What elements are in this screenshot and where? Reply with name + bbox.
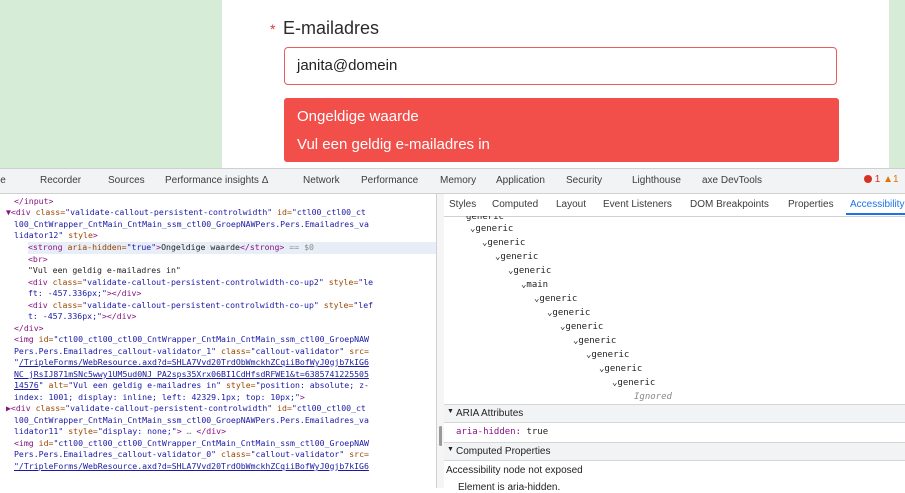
dom-line[interactable]: 14576" alt="Vul een geldig e-mailadres i… xyxy=(14,380,369,392)
tree-node[interactable]: generic xyxy=(466,216,504,222)
tab-elements[interactable]: le xyxy=(0,175,6,186)
dom-line[interactable]: "/TripleForms/WebResource.axd?d=SHLA7Vvd… xyxy=(14,461,369,473)
tree-node[interactable]: ⌄generic xyxy=(599,364,642,374)
collapse-icon: ▼ xyxy=(447,408,454,415)
tab-event-listeners[interactable]: Event Listeners xyxy=(603,199,672,210)
dom-line[interactable]: lidator11" style="display: none;"> … </d… xyxy=(14,426,226,438)
tab-layout[interactable]: Layout xyxy=(556,199,586,210)
dom-line[interactable]: Pers.Pers.Emailadres_callout-validator_1… xyxy=(14,346,369,358)
dom-line[interactable]: l00_CntWrapper_CntMain_CntMain_ssm_ctl00… xyxy=(14,415,369,427)
tab-sources[interactable]: Sources xyxy=(108,175,145,186)
tree-node[interactable]: ⌄generic xyxy=(612,378,655,388)
dom-line[interactable]: <br> xyxy=(28,254,48,266)
tab-recorder[interactable]: Recorder xyxy=(40,175,81,186)
dom-line[interactable]: <div class="validate-callout-persistent-… xyxy=(28,277,373,289)
email-label: E-mailadres xyxy=(283,18,380,38)
tree-node-ignored[interactable]: Ignored xyxy=(634,392,672,402)
dom-line[interactable]: </input> xyxy=(14,196,53,208)
tree-node[interactable]: ⌄generic xyxy=(470,224,513,234)
aria-attribute-row: aria-hidden: true xyxy=(456,427,549,437)
tab-memory[interactable]: Memory xyxy=(440,175,476,186)
aria-attributes-header[interactable]: ▼ ARIA Attributes xyxy=(444,404,905,423)
dom-line[interactable]: Pers.Pers.Emailadres_callout-validator_0… xyxy=(14,449,369,461)
dom-line[interactable]: NC_jRsIJ871mSNc5wwy1UM5ud0NJ_PA2sps35Xrx… xyxy=(14,369,369,381)
tree-node[interactable]: ⌄generic xyxy=(573,336,616,346)
tree-node[interactable]: ⌄generic xyxy=(508,266,551,276)
tab-application[interactable]: Application xyxy=(496,175,545,186)
dom-line[interactable]: <img id="ctl00_ctl00_ctl00_CntWrapper_Cn… xyxy=(14,438,369,450)
dom-line[interactable]: ft: -457.336px;"></div> xyxy=(28,288,141,300)
tree-node[interactable]: ⌄generic xyxy=(482,238,525,248)
web-page: * E-mailadres janita@domein Ongeldige wa… xyxy=(0,0,905,168)
dom-line[interactable]: ▼<div class="validate-callout-persistent… xyxy=(6,207,366,219)
tab-performance-insights[interactable]: Performance insights Δ xyxy=(165,175,268,186)
collapse-icon: ▼ xyxy=(447,446,454,453)
tree-node[interactable]: ⌄generic xyxy=(534,294,577,304)
tab-network[interactable]: Network xyxy=(303,175,340,186)
tree-node[interactable]: ⌄main xyxy=(521,280,548,290)
tab-dom-breakpoints[interactable]: DOM Breakpoints xyxy=(690,199,769,210)
active-tab-indicator xyxy=(846,213,905,215)
tab-lighthouse[interactable]: Lighthouse xyxy=(632,175,681,186)
error-callout: Ongeldige waarde Vul een geldig e-mailad… xyxy=(284,98,839,162)
resource-link[interactable]: "/TripleForms/WebResource.axd?d=SHLA7Vvd… xyxy=(14,461,369,471)
issue-counter[interactable]: 1 ▲1 xyxy=(864,174,899,185)
dom-line-selected[interactable]: <strong aria-hidden="true">Ongeldige waa… xyxy=(28,242,436,254)
error-count: 1 xyxy=(874,174,881,185)
computed-properties-header[interactable]: ▼ Computed Properties xyxy=(444,442,905,461)
tab-properties[interactable]: Properties xyxy=(788,199,834,210)
resource-link[interactable]: 14576 xyxy=(14,380,39,390)
side-tabbar: Styles Computed Layout Event Listeners D… xyxy=(444,194,905,217)
dom-line[interactable]: l00_CntWrapper_CntMain_CntMain_ssm_ctl00… xyxy=(14,219,369,231)
tab-accessibility[interactable]: Accessibility xyxy=(850,199,904,210)
required-marker: * xyxy=(270,21,276,37)
elements-dom-tree[interactable]: </input> ▼<div class="validate-callout-p… xyxy=(0,194,436,488)
error-title: Ongeldige waarde xyxy=(297,108,419,125)
tree-node[interactable]: ⌄generic xyxy=(560,322,603,332)
sidebar-panel: Styles Computed Layout Event Listeners D… xyxy=(444,194,905,493)
devtools-panel: le Recorder Sources Performance insights… xyxy=(0,168,905,493)
resource-link[interactable]: /TripleForms/WebResource.axd?d=SHLA7Vvd2… xyxy=(19,357,369,367)
email-field[interactable]: janita@domein xyxy=(284,47,837,85)
email-field-value[interactable]: janita@domein xyxy=(297,57,397,74)
dom-line[interactable]: ▶<div class="validate-callout-persistent… xyxy=(6,403,366,415)
tab-security[interactable]: Security xyxy=(566,175,602,186)
divider-grip[interactable] xyxy=(439,426,442,446)
resource-link[interactable]: NC_jRsIJ871mSNc5wwy1UM5ud0NJ_PA2sps35Xrx… xyxy=(14,369,369,379)
dom-line[interactable]: <img id="ctl00_ctl00_ctl00_CntWrapper_Cn… xyxy=(14,334,369,346)
accessibility-tree[interactable]: generic ⌄generic ⌄generic ⌄generic ⌄gene… xyxy=(444,216,905,404)
computed-line-2: Element is aria-hidden. xyxy=(458,482,561,493)
tab-computed[interactable]: Computed xyxy=(492,199,538,210)
error-icon xyxy=(864,175,872,183)
error-message: Vul een geldig e-mailadres in xyxy=(297,136,490,153)
dom-line[interactable]: <div class="validate-callout-persistent-… xyxy=(28,300,373,312)
dom-line[interactable]: </div> xyxy=(14,323,44,335)
devtools-tabbar: le Recorder Sources Performance insights… xyxy=(0,169,905,194)
dom-line[interactable]: t: -457.336px;"></div> xyxy=(28,311,136,323)
dom-line[interactable]: index: 1001; display: inline; left: 4232… xyxy=(14,392,305,404)
tab-styles[interactable]: Styles xyxy=(449,199,476,210)
tree-node[interactable]: ⌄generic xyxy=(495,252,538,262)
warning-count: 1 xyxy=(893,174,899,185)
dom-line[interactable]: "/TripleForms/WebResource.axd?d=SHLA7Vvd… xyxy=(14,357,369,369)
warning-icon: ▲ xyxy=(883,174,894,185)
tab-performance[interactable]: Performance xyxy=(361,175,418,186)
tree-node[interactable]: ⌄generic xyxy=(586,350,629,360)
computed-line-1: Accessibility node not exposed xyxy=(446,465,583,476)
dom-line[interactable]: "Vul een geldig e-mailadres in" xyxy=(28,265,181,277)
tree-node[interactable]: ⌄generic xyxy=(547,308,590,318)
dom-line[interactable]: lidator12" style> xyxy=(14,230,98,242)
tab-axe-devtools[interactable]: axe DevTools xyxy=(702,175,762,186)
